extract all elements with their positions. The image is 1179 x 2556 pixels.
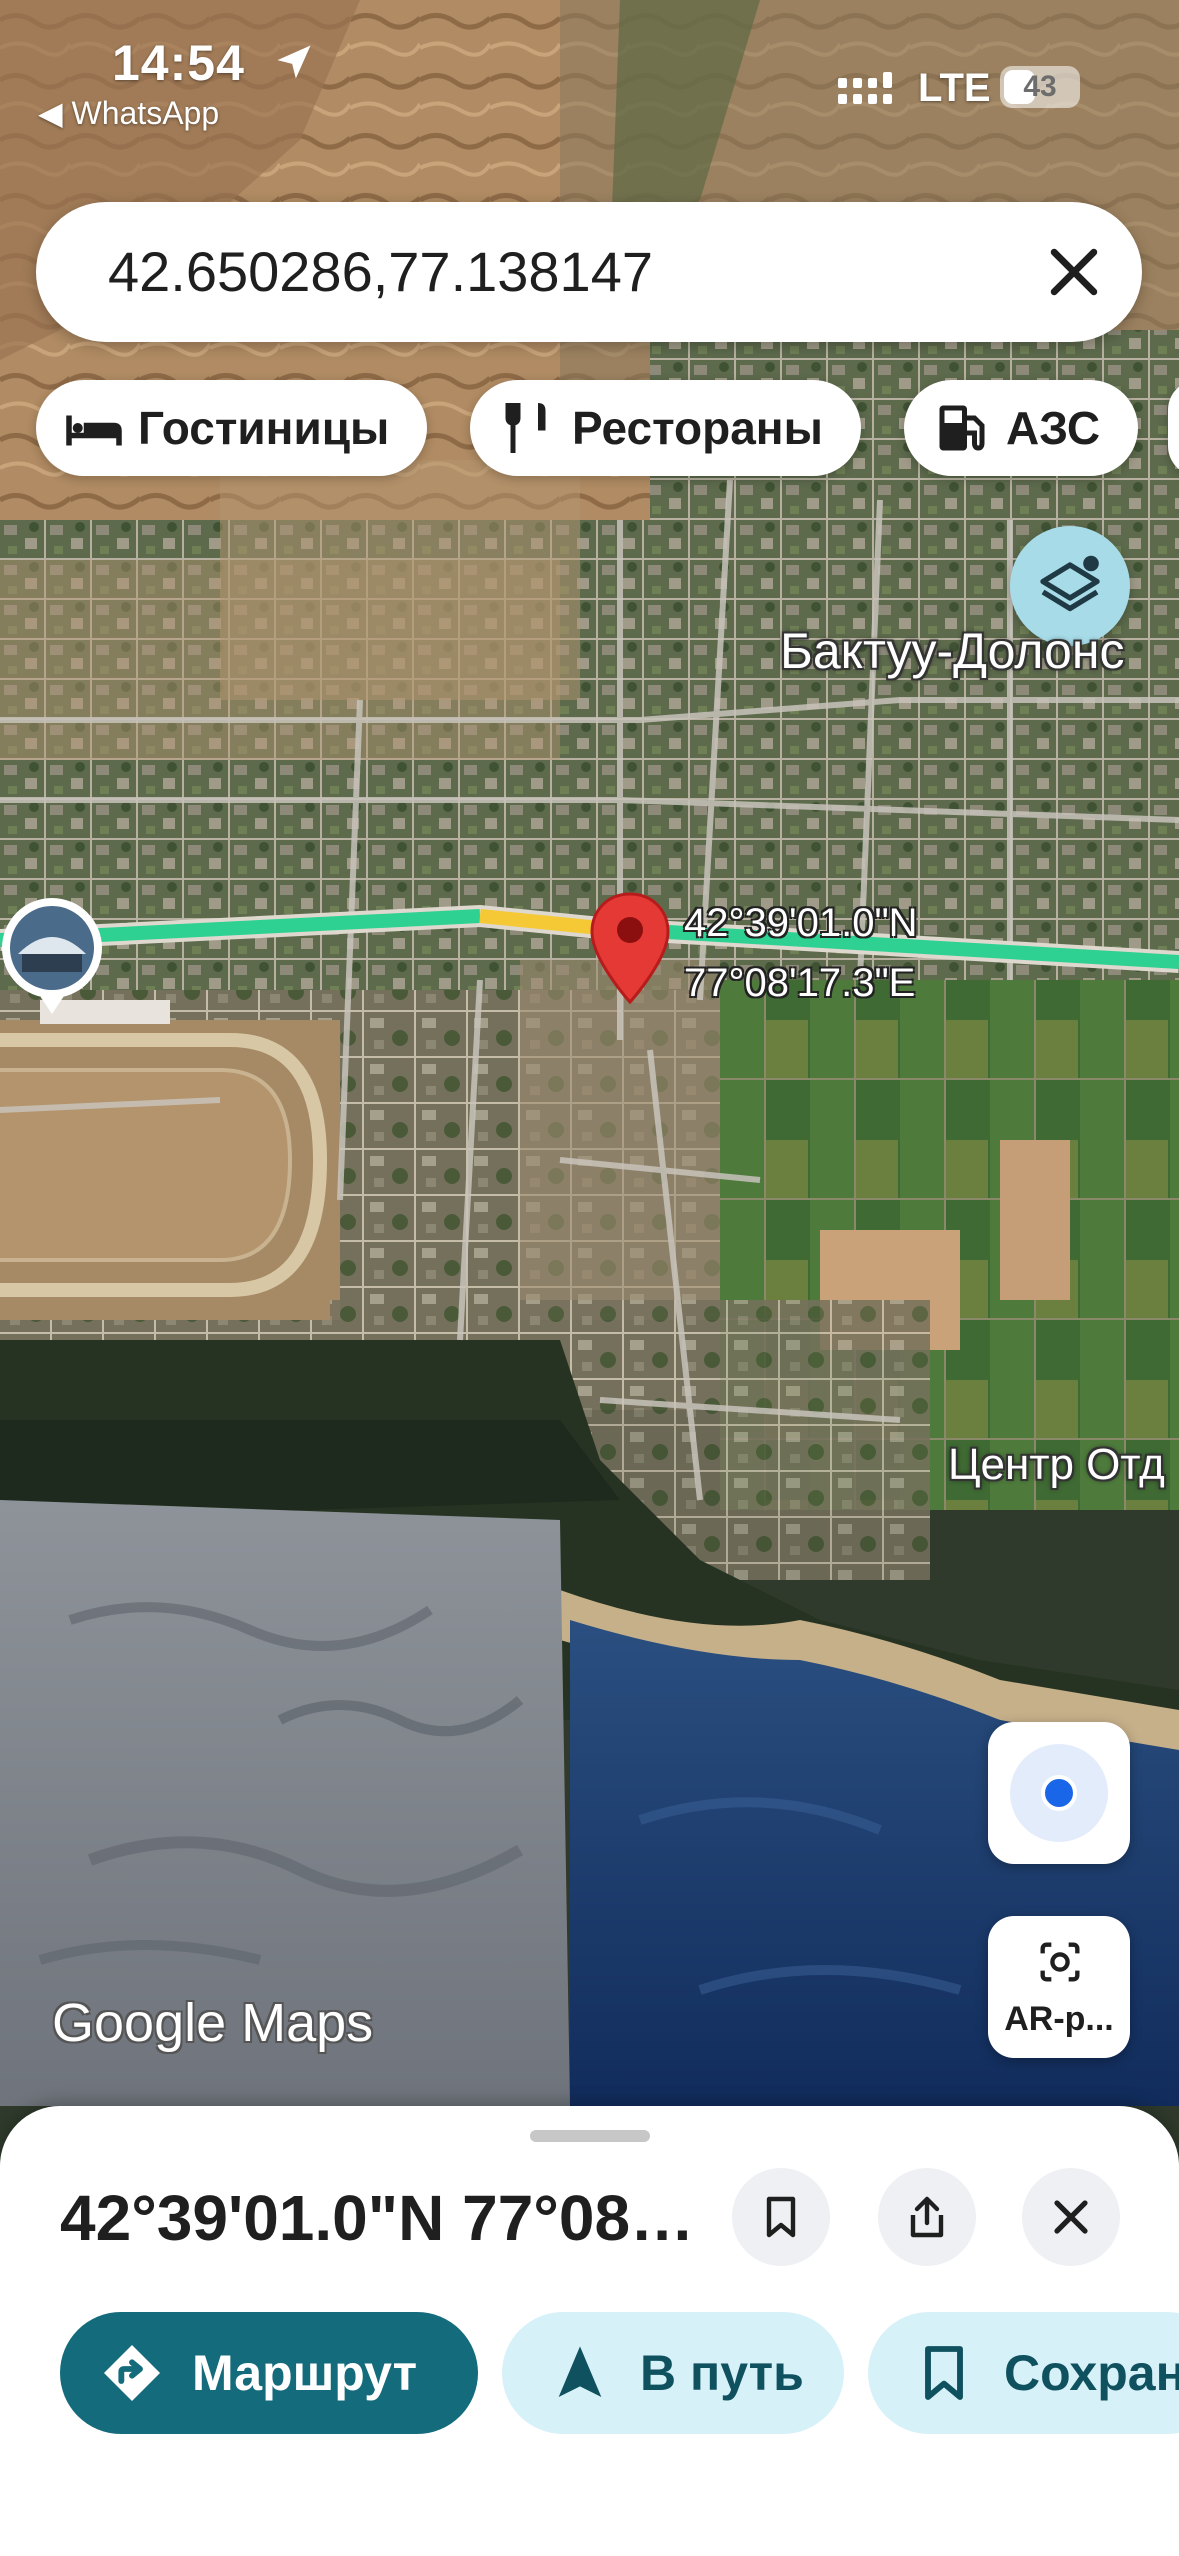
station-marker-icon[interactable]	[0, 892, 106, 1024]
map-place-label[interactable]: Бактуу-Долонс	[780, 622, 1124, 680]
location-pin-icon[interactable]	[588, 890, 672, 1008]
chip-hotels[interactable]: Гостиницы	[36, 380, 428, 476]
search-bar[interactable]: 42.650286,77.138147	[36, 202, 1142, 342]
start-navigation-button[interactable]: В путь	[502, 2312, 844, 2434]
chip-label: Рестораны	[572, 402, 823, 454]
close-sheet-button[interactable]	[1022, 2168, 1120, 2266]
ar-mode-button[interactable]: AR-р...	[988, 1916, 1130, 2058]
pin-latitude-label: 42°39'01.0"N	[684, 901, 918, 945]
bookmark-icon	[766, 2196, 796, 2238]
ar-label: AR-р...	[1004, 2000, 1114, 2038]
my-location-dot	[1041, 1775, 1077, 1811]
battery-percent: 43	[1023, 70, 1057, 103]
pin-longitude-label: 77°08'17.3"E	[684, 961, 916, 1005]
save-label: Сохранить	[1004, 2345, 1179, 2401]
directions-label: Маршрут	[192, 2345, 418, 2401]
start-label: В путь	[640, 2345, 804, 2401]
my-location-button[interactable]	[988, 1722, 1130, 1864]
place-bottom-sheet[interactable]: 42°39'01.0"N 77°08'17.3"E Маршрут В путь	[0, 2106, 1179, 2556]
chip-label: Гостиницы	[138, 402, 390, 454]
hotel-icon	[66, 415, 122, 446]
share-icon	[910, 2196, 944, 2238]
place-title: 42°39'01.0"N 77°08'17.3"E	[60, 2182, 700, 2254]
close-icon[interactable]	[1040, 238, 1108, 306]
google-maps-logo: Google Maps	[52, 1993, 374, 2053]
directions-icon	[104, 2345, 160, 2401]
sheet-drag-handle[interactable]	[530, 2130, 650, 2142]
map-place-label[interactable]: Центр Отд	[948, 1440, 1165, 1490]
chip-restaurants[interactable]: Рестораны	[470, 380, 861, 476]
camera-icon	[1040, 1942, 1080, 1982]
layers-icon	[1040, 555, 1100, 612]
chip-label: АЗС	[1006, 402, 1101, 454]
share-button[interactable]	[878, 2168, 976, 2266]
directions-button[interactable]: Маршрут	[60, 2312, 478, 2434]
chip-gas-stations[interactable]: АЗС	[904, 380, 1139, 476]
search-input[interactable]: 42.650286,77.138147	[108, 202, 653, 342]
navigation-arrow-icon	[558, 2346, 602, 2397]
location-arrow-icon	[277, 45, 311, 79]
close-icon	[1054, 2200, 1088, 2234]
gas-station-icon	[939, 405, 985, 451]
network-type: LTE	[918, 66, 991, 110]
back-to-app-link[interactable]: ◀ WhatsApp	[38, 94, 219, 132]
save-bookmark-button[interactable]	[732, 2168, 830, 2266]
restaurant-icon	[505, 403, 546, 453]
save-place-button[interactable]: Сохранить	[868, 2312, 1179, 2434]
status-time: 14:54	[112, 35, 245, 91]
battery-indicator: 43	[1000, 66, 1080, 108]
cell-signal-icon	[838, 72, 892, 104]
bookmark-icon	[925, 2346, 963, 2400]
